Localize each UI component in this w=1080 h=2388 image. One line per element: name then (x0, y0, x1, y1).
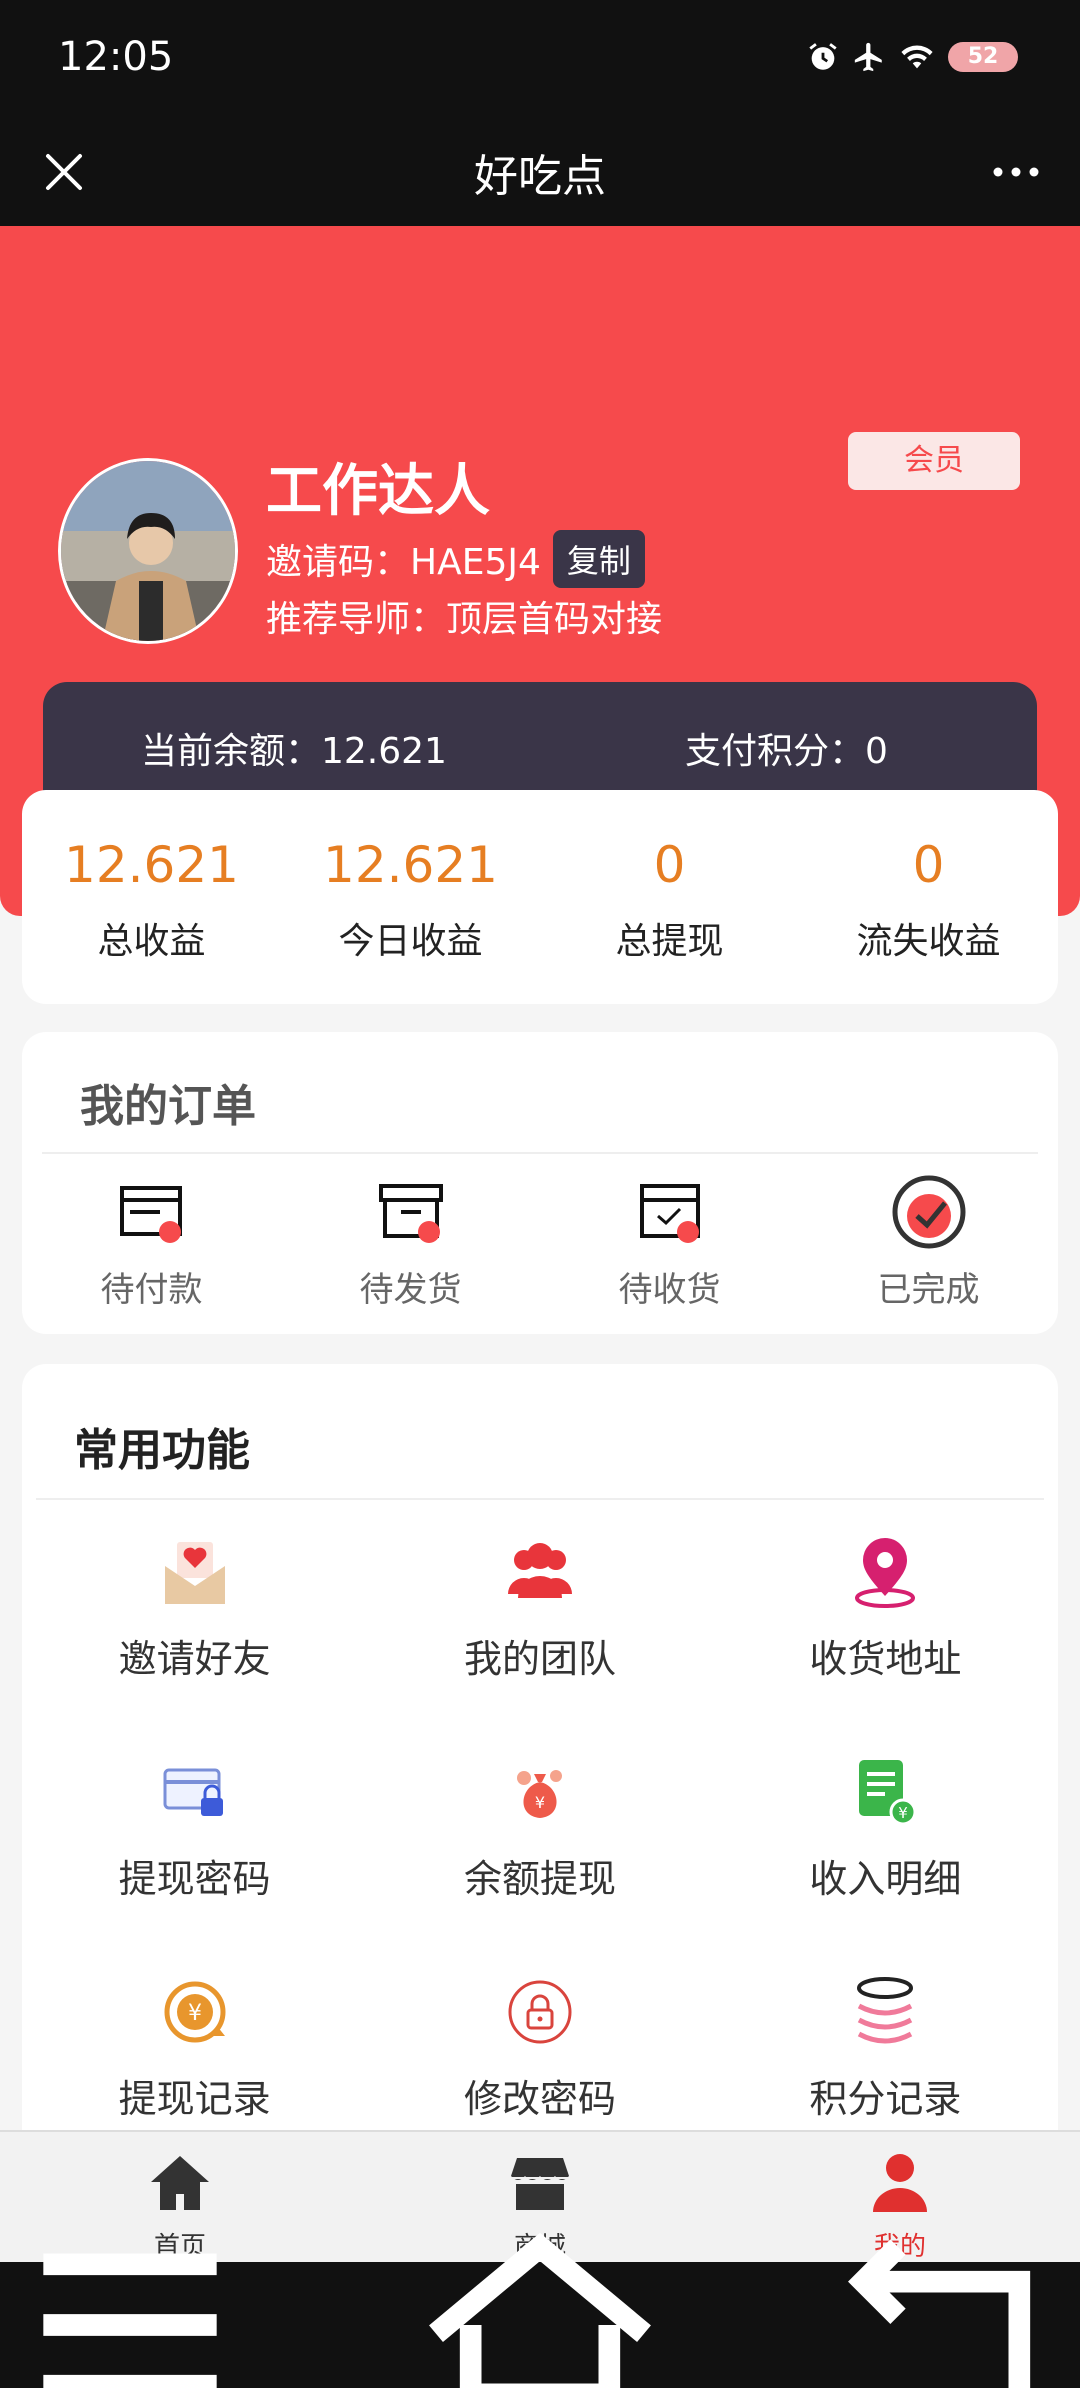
func-label: 余额提现 (463, 1857, 616, 1901)
order-label: 待付款 (100, 1270, 203, 1310)
func-invite-friends[interactable]: 邀请好友 (22, 1534, 367, 1754)
lock-circle-icon (508, 1980, 572, 2044)
func-withdraw-password[interactable]: 提现密码 (22, 1754, 367, 1974)
stat-today-earnings[interactable]: 12.621 今日收益 (281, 790, 540, 1004)
order-pending-shipment[interactable]: 待发货 (281, 1172, 540, 1311)
stat-value: 0 (653, 836, 686, 894)
stat-label: 流失收益 (856, 921, 1001, 962)
order-completed[interactable]: 已完成 (799, 1172, 1058, 1311)
menu-icon[interactable] (0, 2195, 260, 2388)
func-label: 我的团队 (463, 1637, 616, 1681)
func-label: 收货地址 (809, 1637, 962, 1681)
func-shipping-address[interactable]: 收货地址 (713, 1534, 1058, 1754)
status-icons: 52 (806, 40, 1018, 74)
avatar-image (61, 461, 235, 641)
invite-code-text: 邀请码：HAE5J4 (266, 542, 541, 583)
document-yen-icon: ¥ (859, 1760, 917, 1826)
vip-badge[interactable]: 会员 (848, 432, 1020, 490)
alarm-icon (809, 43, 837, 70)
status-time: 12:05 (58, 34, 174, 80)
home-button-icon[interactable] (410, 2195, 670, 2388)
func-my-team[interactable]: 我的团队 (367, 1534, 712, 1754)
team-icon (507, 1543, 572, 1598)
battery-indicator: 52 (948, 42, 1018, 72)
func-label: 收入明细 (809, 1857, 962, 1901)
stat-total-withdrawn[interactable]: 0 总提现 (540, 790, 799, 1004)
points-text: 支付积分：0 (685, 731, 888, 772)
my-orders-card: 我的订单 待付款 待发货 待收货 已完成 (22, 1032, 1058, 1334)
svg-text:¥: ¥ (188, 2001, 202, 2026)
card-icon (119, 1186, 182, 1243)
envelope-heart-icon (164, 1542, 225, 1604)
stat-total-earnings[interactable]: 12.621 总收益 (22, 790, 281, 1004)
stat-label: 总收益 (97, 921, 206, 962)
order-label: 待收货 (618, 1270, 721, 1310)
balance-text: 当前余额：12.621 (141, 731, 447, 772)
order-label: 已完成 (877, 1270, 980, 1310)
box-icon (378, 1184, 443, 1243)
func-income-details[interactable]: ¥ 收入明细 (713, 1754, 1058, 1974)
yen-refresh-icon: ¥ (164, 1981, 226, 2043)
stat-value: 12.621 (64, 836, 239, 894)
mentor-text: 推荐导师：顶层首码对接 (266, 599, 663, 640)
stat-value: 12.621 (323, 836, 498, 894)
func-label: 积分记录 (809, 2077, 962, 2121)
func-balance-withdraw[interactable]: ¥ 余额提现 (367, 1754, 712, 1974)
back-icon[interactable] (820, 2195, 1080, 2388)
avatar[interactable] (58, 458, 238, 644)
card-lock-icon (163, 1768, 223, 1816)
svg-text:¥: ¥ (535, 1793, 545, 1812)
common-functions-card: 常用功能 邀请好友 我的团队 收货地址 提现密码 ¥ 余额提现 ¥ 收入明细 ¥… (22, 1364, 1058, 2144)
divider (42, 1152, 1038, 1154)
order-pending-receipt[interactable]: 待收货 (540, 1172, 799, 1311)
stat-lost-earnings[interactable]: 0 流失收益 (799, 790, 1058, 1004)
invite-code-row: 邀请码：HAE5J4 复制 (266, 530, 645, 588)
func-label: 邀请好友 (118, 1637, 271, 1681)
stat-label: 今日收益 (338, 921, 483, 962)
order-pending-payment[interactable]: 待付款 (22, 1172, 281, 1311)
title-bar: 好吃点 (0, 118, 1080, 226)
copy-button[interactable]: 复制 (552, 530, 645, 588)
func-label: 修改密码 (463, 2077, 616, 2121)
status-bar: 12:05 52 (0, 0, 1080, 118)
system-navigation-bar (0, 2232, 1080, 2388)
orders-title: 我的订单 (80, 1081, 256, 1132)
money-bag-icon: ¥ (516, 1770, 562, 1818)
func-label: 提现记录 (118, 2077, 271, 2121)
earnings-stats: 12.621 总收益 12.621 今日收益 0 总提现 0 流失收益 (22, 790, 1058, 1004)
stat-value: 0 (912, 836, 945, 894)
functions-title: 常用功能 (74, 1425, 250, 1476)
svg-text:¥: ¥ (899, 1804, 909, 1822)
page-title: 好吃点 (474, 151, 606, 202)
order-label: 待发货 (359, 1270, 462, 1310)
stat-label: 总提现 (615, 921, 724, 962)
user-name: 工作达人 (266, 459, 490, 524)
wifi-icon (901, 45, 933, 69)
coin-stack-icon (857, 1977, 914, 2044)
divider (36, 1498, 1044, 1500)
location-pin-icon (855, 1538, 916, 1608)
func-label: 提现密码 (118, 1857, 271, 1901)
package-check-icon (639, 1184, 700, 1243)
airplane-icon (854, 42, 882, 72)
check-circle-icon (892, 1175, 965, 1249)
more-icon[interactable] (986, 142, 1046, 202)
